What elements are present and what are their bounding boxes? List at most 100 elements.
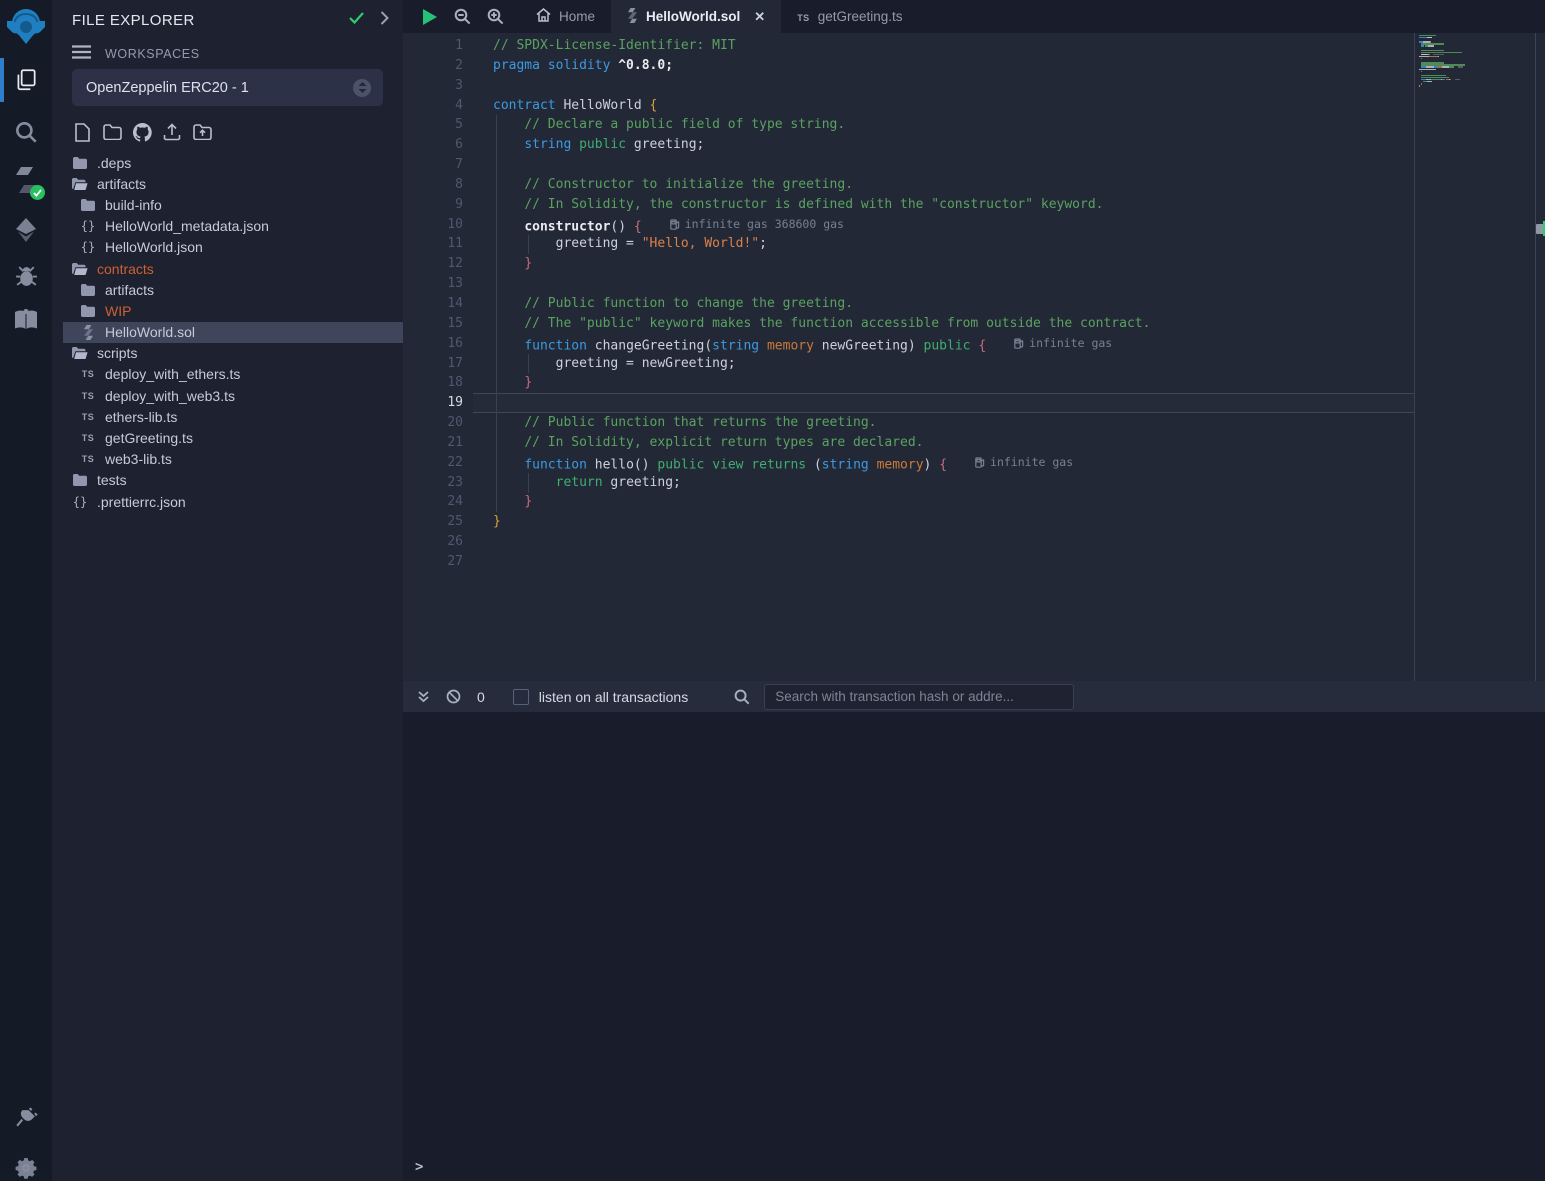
editor-border: [1414, 33, 1415, 681]
line-number: 17: [403, 354, 463, 374]
code-line[interactable]: 6 string public greeting;: [403, 135, 1414, 155]
code-editor[interactable]: 1// SPDX-License-Identifier: MIT2pragma …: [403, 33, 1414, 681]
code-line[interactable]: 12 }: [403, 254, 1414, 274]
code-line[interactable]: 18 }: [403, 373, 1414, 393]
code-line[interactable]: 23 return greeting;: [403, 473, 1414, 493]
terminal-output[interactable]: >: [403, 712, 1545, 1181]
rail-learn[interactable]: [0, 298, 52, 342]
typescript-icon: TS: [82, 412, 95, 422]
transaction-search-input[interactable]: [764, 684, 1074, 710]
tab-home[interactable]: Home: [520, 0, 611, 33]
tree-item-label: deploy_with_web3.ts: [105, 388, 235, 404]
solidity-icon: [83, 325, 94, 340]
accept-check-icon[interactable]: [349, 11, 364, 29]
minimap[interactable]: [1419, 35, 1511, 92]
code-line[interactable]: 20 // Public function that returns the g…: [403, 413, 1414, 433]
code-line[interactable]: 26: [403, 532, 1414, 552]
code-line[interactable]: 19: [403, 393, 1414, 413]
code-line[interactable]: 8 // Constructor to initialize the greet…: [403, 175, 1414, 195]
github-icon[interactable]: [132, 122, 152, 142]
zoom-in-icon[interactable]: [479, 0, 512, 33]
tree-item-helloworld-sol[interactable]: HelloWorld.sol: [52, 322, 403, 343]
tab-getgreeting-ts[interactable]: TSgetGreeting.ts: [781, 0, 918, 33]
rail-file-explorer[interactable]: [0, 58, 52, 102]
rail-search[interactable]: [0, 110, 52, 154]
tree-item-helloworld-metadata-json[interactable]: {}HelloWorld_metadata.json: [52, 216, 403, 237]
remix-logo[interactable]: [0, 2, 52, 50]
chevron-right-icon[interactable]: [380, 11, 389, 29]
tree-item-label: contracts: [97, 261, 154, 277]
tab-helloworld-sol[interactable]: HelloWorld.sol✕: [611, 0, 781, 33]
tree-item-artifacts[interactable]: artifacts: [52, 173, 403, 194]
line-number: 16: [403, 334, 463, 354]
line-number: 4: [403, 96, 463, 116]
code-line[interactable]: 5 // Declare a public field of type stri…: [403, 115, 1414, 135]
tree-item-contracts[interactable]: contracts: [52, 258, 403, 279]
code-line[interactable]: 21 // In Solidity, explicit return types…: [403, 433, 1414, 453]
tree-item-scripts[interactable]: scripts: [52, 343, 403, 364]
run-script-button[interactable]: [413, 0, 446, 33]
tree-item-label: .deps: [97, 155, 131, 171]
tree-item-helloworld-json[interactable]: {}HelloWorld.json: [52, 237, 403, 258]
code-line[interactable]: 25}: [403, 512, 1414, 532]
rail-deploy-run[interactable]: [0, 208, 52, 252]
tree-item-build-info[interactable]: build-info: [52, 194, 403, 215]
indent-guide: [528, 354, 529, 374]
panel-title: FILE EXPLORER: [72, 12, 349, 29]
new-folder-icon[interactable]: [102, 122, 122, 142]
tree-item-deploy-with-ethers-ts[interactable]: TSdeploy_with_ethers.ts: [52, 364, 403, 385]
tree-item-tests[interactable]: tests: [52, 470, 403, 491]
code-line[interactable]: 17 greeting = newGreeting;: [403, 354, 1414, 374]
code-line[interactable]: 7: [403, 155, 1414, 175]
folder-icon: [73, 157, 87, 169]
rail-debugger[interactable]: [0, 254, 52, 298]
rail-solidity-compiler[interactable]: [0, 158, 52, 202]
indent-guide: [528, 473, 529, 493]
tree-item-web3-lib-ts[interactable]: TSweb3-lib.ts: [52, 449, 403, 470]
code-line[interactable]: 10 constructor() {infinite gas 368600 ga…: [403, 215, 1414, 235]
tree-item-ethers-lib-ts[interactable]: TSethers-lib.ts: [52, 406, 403, 427]
line-number: 23: [403, 473, 463, 493]
workspace-select[interactable]: OpenZeppelin ERC20 - 1: [72, 69, 383, 106]
code-line[interactable]: 27: [403, 552, 1414, 572]
new-file-icon[interactable]: [72, 122, 92, 142]
tree-item-getgreeting-ts[interactable]: TSgetGreeting.ts: [52, 427, 403, 448]
upload-file-icon[interactable]: [162, 122, 182, 142]
code-line[interactable]: 14 // Public function to change the gree…: [403, 294, 1414, 314]
code-line[interactable]: 4contract HelloWorld {: [403, 96, 1414, 116]
code-line[interactable]: 16 function changeGreeting(string memory…: [403, 334, 1414, 354]
json-icon: {}: [81, 219, 95, 233]
rail-settings[interactable]: [0, 1146, 52, 1181]
code-line[interactable]: 2pragma solidity ^0.8.0;: [403, 56, 1414, 76]
rail-plugin-manager[interactable]: [0, 1096, 52, 1140]
code-line[interactable]: 13: [403, 274, 1414, 294]
icon-rail: [0, 0, 52, 1181]
listen-transactions-checkbox[interactable]: [513, 689, 529, 705]
collapse-terminal-icon[interactable]: [415, 690, 431, 703]
code-line[interactable]: 11 greeting = "Hello, World!";: [403, 234, 1414, 254]
tree-item-label: HelloWorld.sol: [105, 324, 195, 340]
home-icon: [536, 8, 551, 22]
solidity-icon: [627, 8, 638, 23]
code-line[interactable]: 9 // In Solidity, the constructor is def…: [403, 195, 1414, 215]
search-icon: [13, 119, 39, 145]
terminal-prompt: >: [415, 1159, 423, 1175]
code-line[interactable]: 24 }: [403, 492, 1414, 512]
tree-item-label: WIP: [105, 303, 131, 319]
tree-item--deps[interactable]: .deps: [52, 152, 403, 173]
code-line[interactable]: 22 function hello() public view returns …: [403, 453, 1414, 473]
tree-item-deploy-with-web3-ts[interactable]: TSdeploy_with_web3.ts: [52, 385, 403, 406]
typescript-icon: TS: [82, 454, 95, 464]
typescript-icon: TS: [797, 13, 810, 23]
hamburger-menu-icon[interactable]: [72, 45, 91, 64]
close-tab-icon[interactable]: ✕: [754, 9, 765, 25]
tree-item--prettierrc-json[interactable]: {}.prettierrc.json: [52, 491, 403, 512]
code-line[interactable]: 15 // The "public" keyword makes the fun…: [403, 314, 1414, 334]
clear-console-icon[interactable]: [445, 689, 461, 704]
upload-folder-icon[interactable]: [192, 122, 212, 142]
code-line[interactable]: 1// SPDX-License-Identifier: MIT: [403, 36, 1414, 56]
zoom-out-icon[interactable]: [446, 0, 479, 33]
tree-item-wip[interactable]: WIP: [52, 300, 403, 321]
code-line[interactable]: 3: [403, 76, 1414, 96]
tree-item-artifacts[interactable]: artifacts: [52, 279, 403, 300]
